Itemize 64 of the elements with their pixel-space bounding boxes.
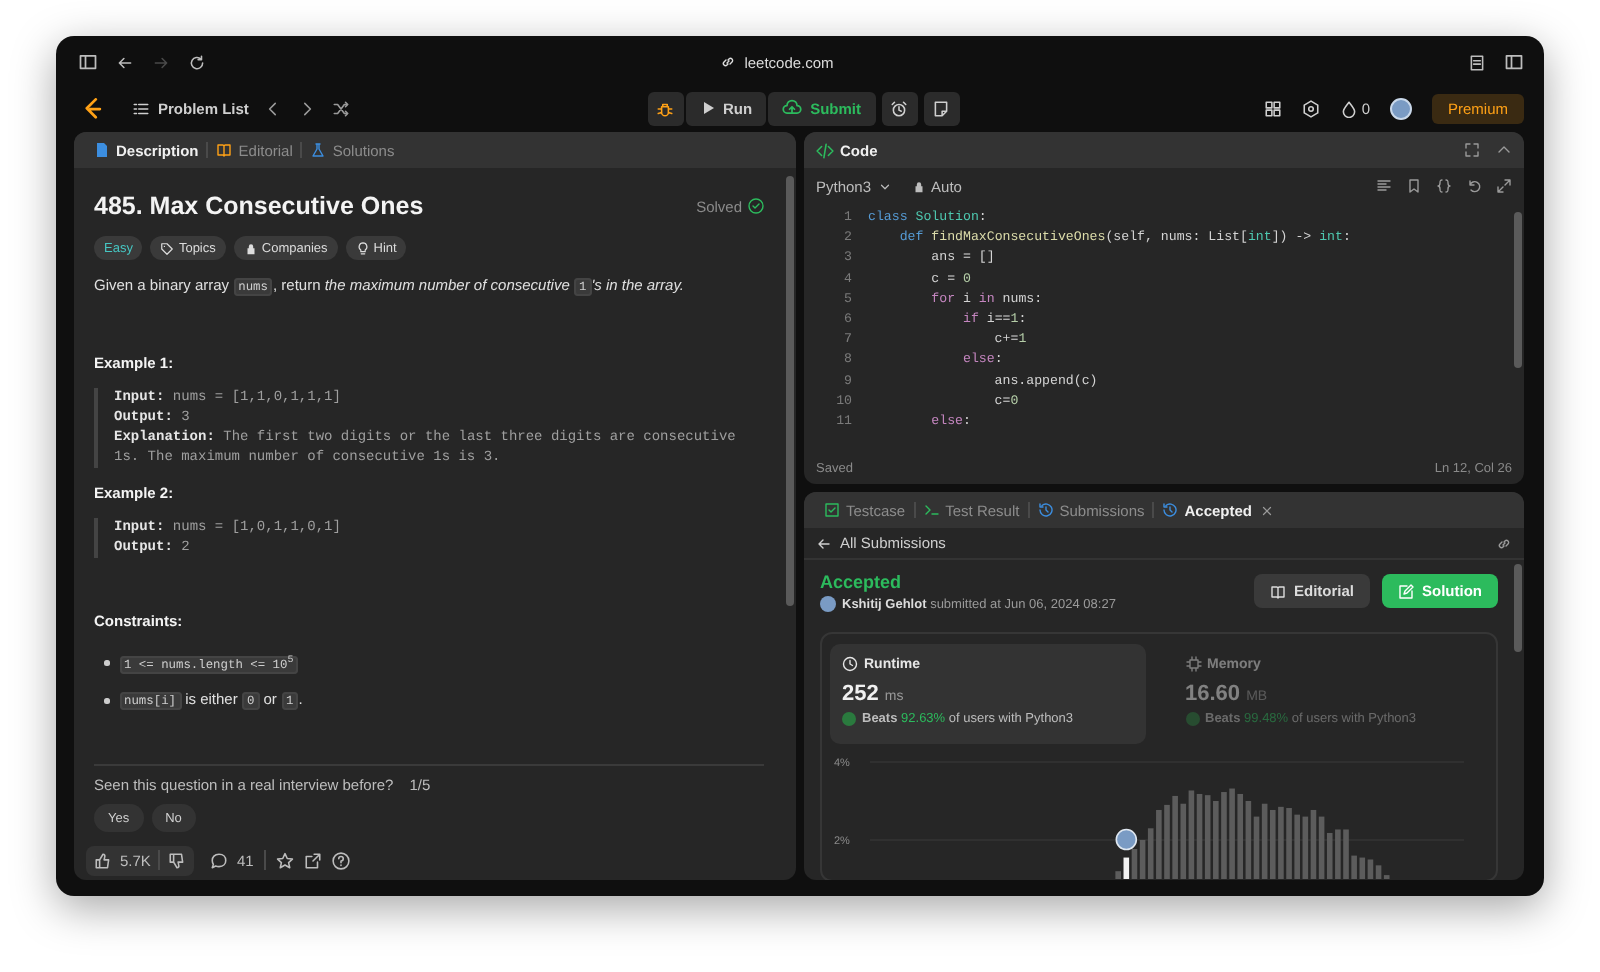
comment-icon [210,851,229,869]
beats-icon [1185,712,1199,726]
terminal-icon [923,502,940,518]
book-icon [216,142,233,158]
collapse-chevron-icon[interactable] [1496,142,1512,158]
edit-icon [1398,583,1414,599]
cloud-icon [782,98,803,118]
expand-icon[interactable] [1496,178,1512,194]
reader-icon[interactable] [1468,53,1486,71]
flask-icon [310,142,327,158]
braces-icon[interactable] [1436,178,1452,194]
check-icon [748,198,764,214]
back-arrow-icon[interactable] [116,53,134,71]
format-icon[interactable] [1376,178,1392,194]
drop-icon[interactable] [1339,99,1358,117]
grid-icon[interactable] [1263,99,1282,117]
beats-icon [842,712,856,726]
scrollbar [1513,564,1521,652]
debug-button[interactable] [647,91,683,125]
lock-icon [911,179,926,193]
settings-icon[interactable] [1301,99,1320,117]
verdict-text: Accepted [820,570,904,594]
history-icon [1162,502,1179,518]
play-icon [699,100,715,116]
logo-icon[interactable] [82,97,104,119]
fullscreen-icon[interactable] [1464,142,1480,158]
bulb-icon [355,241,370,255]
reset-icon[interactable] [1466,178,1482,194]
problem-title: 485. Max Consecutive Ones [94,190,426,222]
avatar[interactable] [1390,97,1412,119]
star-icon[interactable] [275,851,294,869]
history-icon [1037,502,1054,518]
help-icon[interactable] [331,851,350,869]
testcase-icon [824,502,840,518]
sidebar-toggle-icon[interactable] [1504,52,1524,72]
avatar-marker [1115,828,1138,851]
document-icon [94,142,110,158]
lock-icon [243,241,258,255]
timer-button[interactable] [881,91,918,125]
reload-icon[interactable] [188,53,206,71]
thumbs-down-icon[interactable] [168,851,187,869]
shuffle-icon[interactable] [332,99,351,117]
back-arrow-icon [816,535,832,551]
up-icon [94,851,112,869]
code-icon [816,141,834,159]
bug-icon [656,99,674,117]
bookmark-icon[interactable] [1406,178,1422,194]
chevron-down-icon [877,179,892,193]
close-icon[interactable] [1260,503,1275,517]
chevron-right-icon[interactable] [298,99,317,117]
chip-icon [1185,656,1201,672]
tag-icon [160,241,175,255]
alarm-icon [890,99,909,117]
histogram-bar[interactable] [1123,857,1130,879]
link-icon[interactable] [1496,535,1512,551]
sidebar-toggle-icon[interactable] [78,52,98,72]
user-avatar [820,596,836,612]
book-icon [1269,583,1286,599]
list-icon [132,99,150,117]
share-icon[interactable] [303,851,322,869]
notes-button[interactable] [923,91,960,125]
note-icon [932,99,951,117]
clock-icon [842,656,858,672]
link-icon [720,54,737,70]
